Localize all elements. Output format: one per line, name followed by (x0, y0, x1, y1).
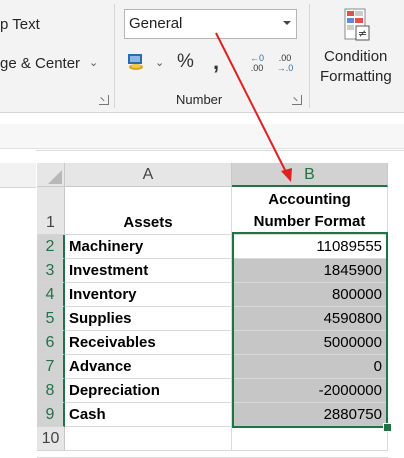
chevron-down-icon[interactable]: ⌄ (155, 56, 164, 69)
cell-a7[interactable]: Advance (65, 355, 232, 379)
cell-a1[interactable]: Assets (65, 187, 232, 235)
row-header-8[interactable]: 8 (37, 379, 65, 403)
alignment-dialog-launcher-icon[interactable] (99, 95, 109, 105)
cell-a4[interactable]: Inventory (65, 283, 232, 307)
increase-decimal-bottom: .00 (250, 63, 264, 73)
cell-b2[interactable]: 11089555 (232, 235, 388, 259)
number-dialog-launcher-icon[interactable] (292, 95, 302, 105)
number-format-dropdown[interactable]: General (124, 9, 297, 39)
cell-a9[interactable]: Cash (65, 403, 232, 427)
chevron-down-icon[interactable]: ⌄ (89, 56, 98, 69)
merge-center-button[interactable]: ge & Center (0, 55, 80, 72)
divider (0, 150, 404, 151)
left-sheet-area (0, 150, 36, 458)
increase-decimal-top: ←0 (249, 53, 264, 63)
row-header-7[interactable]: 7 (37, 355, 65, 379)
ribbon-divider (309, 4, 310, 108)
cell-b7[interactable]: 0 (232, 355, 388, 379)
conditional-formatting-icon[interactable]: ≠ (344, 8, 370, 42)
fill-handle[interactable] (383, 423, 392, 432)
column-header-b[interactable]: B (232, 163, 388, 187)
ribbon-divider (114, 4, 115, 108)
row-header-1[interactable]: 1 (37, 187, 65, 235)
cell-a3[interactable]: Investment (65, 259, 232, 283)
cell-a2[interactable]: Machinery (65, 235, 232, 259)
grid-remainder (37, 451, 388, 458)
accounting-format-icon[interactable] (127, 52, 147, 72)
number-group-label: Number (176, 92, 223, 107)
increase-decimal-button[interactable]: ←0 .00 (245, 53, 269, 73)
header-b-line-2: Number Format (253, 213, 366, 230)
select-all-corner[interactable] (37, 163, 65, 187)
svg-text:≠: ≠ (358, 27, 367, 40)
conditional-formatting-label-2[interactable]: Formatting (320, 68, 392, 85)
left-header-strip (0, 163, 36, 188)
formula-bar-area (0, 124, 404, 149)
row-header-2[interactable]: 2 (37, 235, 65, 259)
row-header-5[interactable]: 5 (37, 307, 65, 331)
select-all-icon (48, 170, 62, 184)
cell-b6[interactable]: 5000000 (232, 331, 388, 355)
cell-b5[interactable]: 4590800 (232, 307, 388, 331)
cell-a6[interactable]: Receivables (65, 331, 232, 355)
wrap-text-button[interactable]: p Text (0, 16, 40, 33)
cell-b3[interactable]: 1845900 (232, 259, 388, 283)
comma-style-button[interactable]: , (213, 49, 219, 75)
decrease-decimal-top: .00 (278, 53, 292, 63)
percent-style-button[interactable]: % (177, 51, 194, 73)
ribbon: p Text ge & Center ⌄ General ⌄ % , ←0 .0… (0, 0, 404, 113)
chevron-down-icon (283, 21, 291, 25)
row-header-3[interactable]: 3 (37, 259, 65, 283)
cell-b9[interactable]: 2880750 (232, 403, 388, 427)
number-format-value: General (129, 15, 183, 32)
row-header-10[interactable]: 10 (37, 427, 65, 451)
decrease-decimal-bottom: →.0 (276, 63, 294, 73)
cell-a10[interactable] (65, 427, 232, 451)
column-header-a[interactable]: A (65, 163, 232, 187)
cell-b10[interactable] (232, 427, 388, 451)
conditional-formatting-label-1[interactable]: Condition (324, 48, 387, 65)
row-header-4[interactable]: 4 (37, 283, 65, 307)
cell-a5[interactable]: Supplies (65, 307, 232, 331)
row-header-9[interactable]: 9 (37, 403, 65, 427)
row-header-6[interactable]: 6 (37, 331, 65, 355)
cell-b1[interactable]: Accounting Number Format (232, 187, 388, 235)
cell-b8[interactable]: -2000000 (232, 379, 388, 403)
header-b-line-1: Accounting (268, 191, 351, 208)
cell-b4[interactable]: 800000 (232, 283, 388, 307)
cell-a8[interactable]: Depreciation (65, 379, 232, 403)
decrease-decimal-button[interactable]: .00 →.0 (273, 53, 297, 73)
